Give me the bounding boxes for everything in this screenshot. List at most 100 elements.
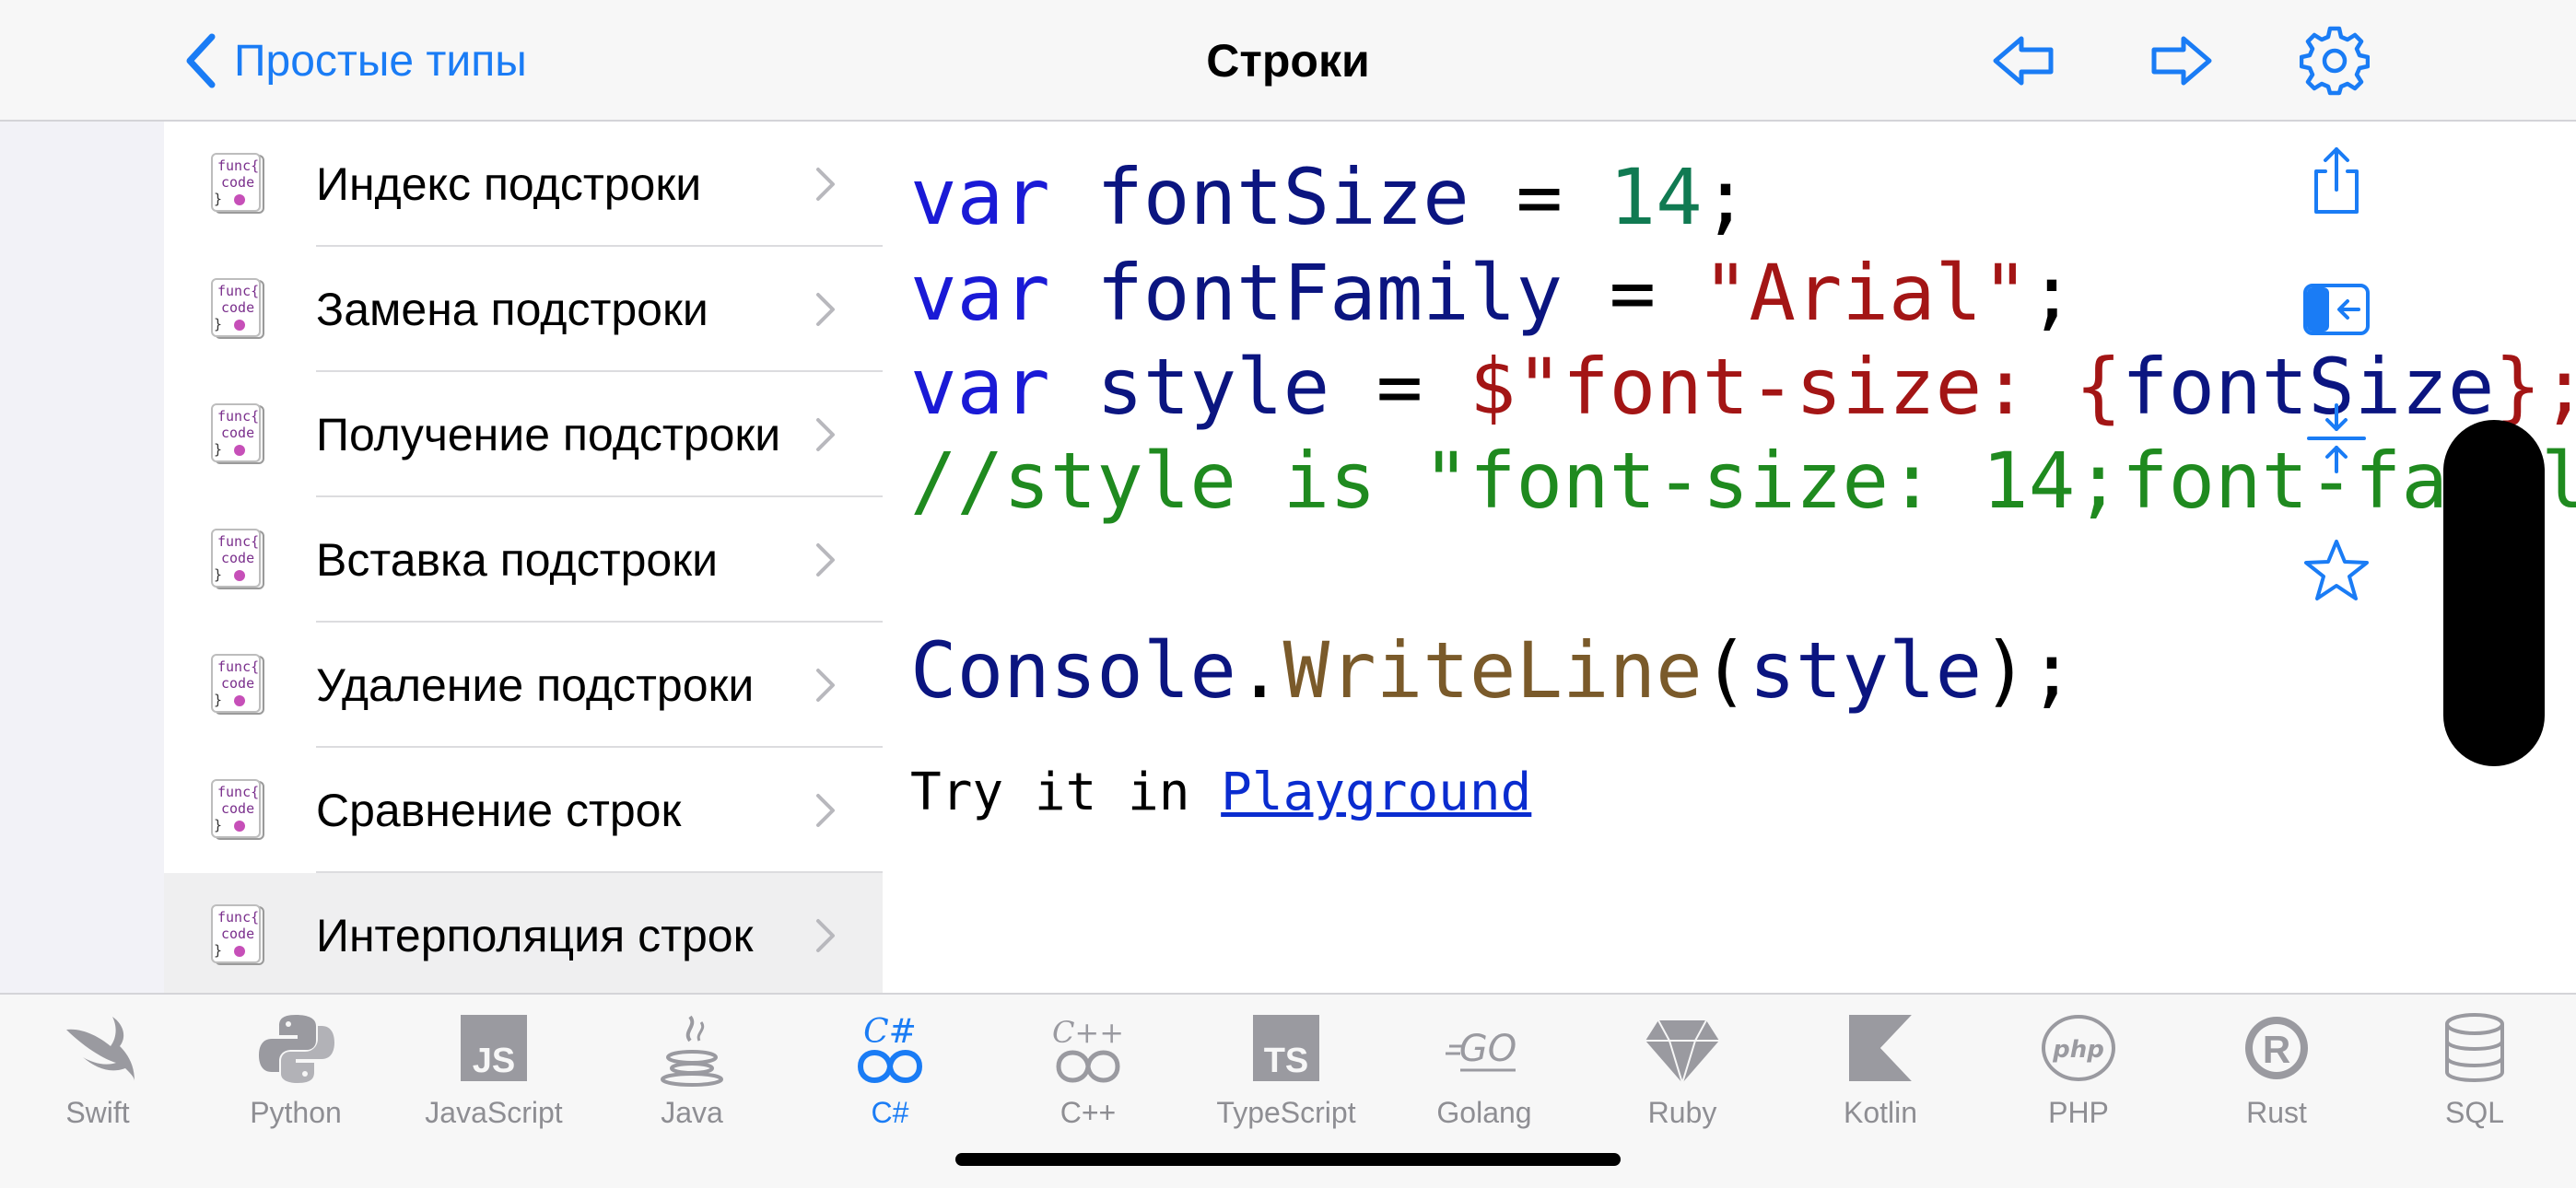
list-item[interactable]: func{code} Интерполяция строк [164, 873, 883, 993]
icon-text-func: func{ [217, 784, 259, 800]
list-item-label: Сравнение строк [316, 785, 682, 836]
tab-cplusplus[interactable]: C++ C++ [996, 1009, 1180, 1147]
icon-text-php: php [2052, 1036, 2104, 1064]
icon-text-func: func{ [217, 283, 259, 299]
php-icon: php [2042, 1015, 2115, 1081]
icon-text-js: JS [473, 1042, 515, 1080]
tab-label: Rust [2246, 1096, 2307, 1129]
collapse-vertical-icon [2307, 403, 2366, 473]
func-code-icon: func{code} [211, 654, 264, 715]
toggle-sidebar-button[interactable] [2294, 267, 2379, 352]
left-gutter [0, 122, 164, 993]
icon-text-code: code [221, 800, 254, 817]
share-icon [2314, 147, 2359, 214]
code-line-1: var fontSize = 14; [910, 152, 1750, 242]
topic-list: func{code} Индекс подстроки func{code} Заме… [164, 122, 883, 993]
func-code-icon: func{code} [211, 403, 264, 464]
icon-text-brace: } [214, 316, 222, 332]
tab-golang[interactable]: GO Golang [1392, 1009, 1576, 1147]
collapse-button[interactable] [2294, 396, 2379, 481]
previous-button[interactable] [1986, 24, 2060, 98]
tab-label: SQL [2444, 1096, 2505, 1129]
icon-text-brace: } [214, 942, 222, 959]
list-item-label: Удаление подстроки [316, 659, 755, 711]
tab-rust[interactable]: R Rust [2184, 1009, 2369, 1147]
tab-label: Swift [65, 1096, 130, 1129]
icon-text-code: code [221, 425, 254, 441]
ruby-icon [1645, 1019, 1719, 1087]
list-item-label: Получение подстроки [316, 409, 781, 460]
tab-label: C# [871, 1096, 909, 1129]
chevron-right-icon [816, 794, 835, 827]
tab-label: TypeScript [1216, 1096, 1356, 1129]
icon-text-code: code [221, 550, 254, 566]
icon-text-func: func{ [217, 658, 259, 675]
icon-text-brace: } [214, 817, 222, 833]
list-item-label: Замена подстроки [316, 284, 708, 335]
kotlin-icon [1849, 1015, 1912, 1081]
arrow-left-icon [1993, 36, 2054, 86]
func-code-icon: func{code} [211, 529, 264, 589]
sidebar-collapse-icon [2303, 284, 2370, 335]
icon-text-brace: } [214, 191, 222, 207]
tab-label: Ruby [1647, 1096, 1717, 1129]
tab-swift[interactable]: Swift [6, 1009, 190, 1147]
tab-csharp[interactable]: C# C# [798, 1009, 982, 1147]
icon-text-func: func{ [217, 533, 259, 550]
scroll-overlay[interactable] [2443, 420, 2545, 766]
func-code-icon: func{code} [211, 153, 264, 214]
list-item[interactable]: func{code} Индекс подстроки [164, 122, 883, 247]
tab-label: Python [250, 1096, 342, 1129]
star-icon [2304, 540, 2369, 600]
code-line-5: Console.WriteLine(style); [910, 625, 2076, 716]
rust-icon: R [2245, 1017, 2308, 1079]
favorite-button[interactable] [2294, 529, 2379, 613]
tab-kotlin[interactable]: Kotlin [1788, 1009, 1973, 1147]
func-code-icon: func{code} [211, 278, 264, 339]
tab-label: Golang [1436, 1096, 1532, 1129]
tab-label: Kotlin [1843, 1096, 1918, 1129]
home-indicator[interactable] [955, 1153, 1621, 1166]
icon-text-brace: } [214, 566, 222, 583]
back-button-label: Простые типы [234, 36, 527, 86]
share-button[interactable] [2294, 138, 2379, 223]
settings-button[interactable] [2298, 24, 2371, 98]
python-icon [259, 1015, 334, 1083]
list-item[interactable]: func{code} Вставка подстроки [164, 497, 883, 623]
icon-text-go: GO [1459, 1028, 1516, 1070]
tab-label: PHP [2048, 1096, 2109, 1129]
func-code-icon: func{code} [211, 904, 264, 965]
cplusplus-icon: C++ [1052, 1015, 1124, 1083]
typescript-icon: TS [1253, 1015, 1319, 1081]
list-item[interactable]: func{code} Получение подстроки [164, 372, 883, 497]
list-item[interactable]: func{code} Удаление подстроки [164, 623, 883, 748]
func-code-icon: func{code} [211, 779, 264, 840]
java-icon [661, 1015, 723, 1087]
tab-typescript[interactable]: TS TypeScript [1194, 1009, 1378, 1147]
golang-icon: GO [1446, 1028, 1516, 1072]
javascript-icon: JS [461, 1015, 527, 1081]
tab-java[interactable]: Java [600, 1009, 784, 1147]
tab-python[interactable]: Python [204, 1009, 388, 1147]
try-it-line: Try it in Playground [910, 763, 1532, 822]
swift-icon [66, 1017, 135, 1081]
chevron-right-icon [816, 543, 835, 577]
list-item-label: Интерполяция строк [316, 910, 754, 961]
icon-text-code: code [221, 299, 254, 316]
tab-sql[interactable]: SQL [2383, 1009, 2567, 1147]
chevron-right-icon [816, 293, 835, 326]
chevron-right-icon [816, 418, 835, 451]
tab-javascript[interactable]: JS JavaScript [402, 1009, 586, 1147]
list-item-label: Вставка подстроки [316, 534, 719, 586]
tab-ruby[interactable]: Ruby [1590, 1009, 1774, 1147]
chevron-right-icon [816, 669, 835, 702]
tab-php[interactable]: php PHP [1986, 1009, 2171, 1147]
icon-text-csharp: C# [863, 1013, 917, 1051]
next-button[interactable] [2145, 24, 2219, 98]
list-item[interactable]: func{code} Замена подстроки [164, 247, 883, 372]
playground-link[interactable]: Playground [1221, 763, 1531, 822]
icon-text-rust: R [2263, 1028, 2290, 1071]
back-button[interactable]: Простые типы [181, 28, 527, 94]
list-item[interactable]: func{code} Сравнение строк [164, 748, 883, 873]
csharp-icon: C# [857, 1013, 923, 1083]
